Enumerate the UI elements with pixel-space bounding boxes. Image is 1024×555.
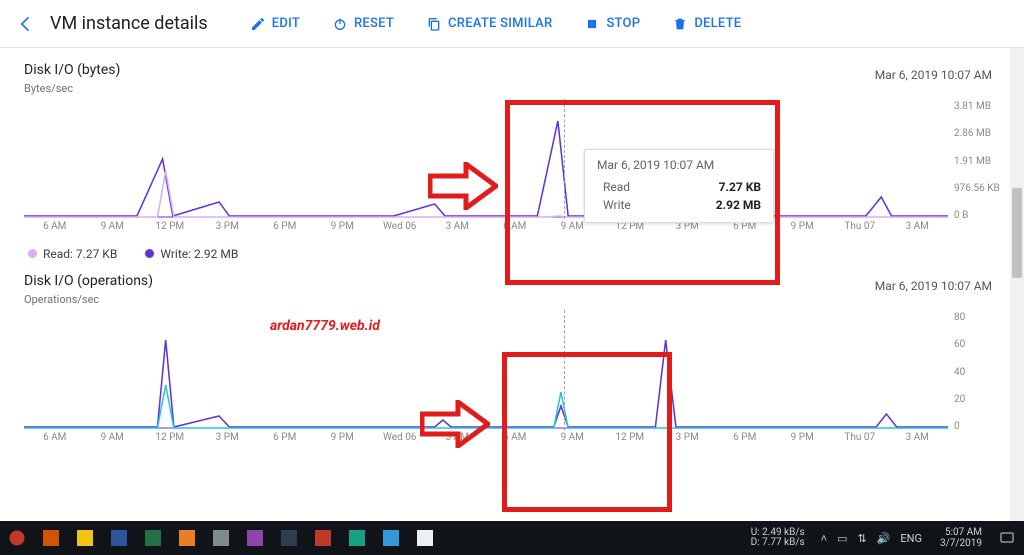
legend-write: Write: 2.92 MB — [160, 247, 238, 261]
edit-label: EDIT — [272, 16, 300, 31]
windows-taskbar[interactable]: U: 2.49 kB/s D: 7.77 kB/s ˄ ▭ ⇅ 🔊 ENG 5:… — [0, 521, 1024, 555]
taskbar-app-icon[interactable] — [238, 521, 272, 555]
copy-icon — [426, 16, 442, 32]
taskbar-app-icon[interactable] — [374, 521, 408, 555]
pencil-icon — [250, 16, 266, 32]
battery-icon[interactable]: ▭ — [837, 532, 847, 545]
stop-icon — [584, 16, 600, 32]
back-button[interactable] — [12, 10, 40, 38]
stop-label: STOP — [606, 16, 640, 31]
chart-title: Disk I/O (bytes) — [24, 62, 1010, 78]
system-tray[interactable]: ˄ ▭ ⇅ 🔊 ENG — [811, 532, 932, 545]
taskbar-app-icon[interactable] — [408, 521, 442, 555]
reset-button[interactable]: RESET — [318, 10, 408, 38]
legend-read-dot — [28, 249, 37, 258]
taskbar-app-icon[interactable] — [204, 521, 238, 555]
create-similar-button[interactable]: CREATE SIMILAR — [412, 10, 566, 38]
annotation-box — [502, 352, 672, 512]
language-indicator[interactable]: ENG — [900, 532, 922, 545]
taskbar-clock[interactable]: 5:07 AM 3/7/2019 — [932, 527, 990, 549]
annotation-arrow — [428, 162, 498, 210]
scrollbar[interactable] — [1010, 48, 1024, 521]
trash-icon — [672, 16, 688, 32]
taskbar-app-icon[interactable] — [340, 521, 374, 555]
network-speed: U: 2.49 kB/s D: 7.77 kB/s — [751, 528, 811, 548]
tooltip-time: Mar 6, 2019 10:07 AM — [597, 158, 761, 172]
power-icon — [332, 16, 348, 32]
y-axis: 3.81 MB 2.86 MB 1.91 MB 976.56 KB 0 B — [948, 99, 1010, 239]
create-similar-label: CREATE SIMILAR — [448, 16, 552, 31]
taskbar-app-icon[interactable] — [306, 521, 340, 555]
taskbar-app-icon[interactable] — [68, 521, 102, 555]
chart-subtitle: Operations/sec — [24, 293, 1010, 306]
header-bar: VM instance details EDIT RESET CREATE SI… — [0, 0, 1024, 48]
chart-timestamp: Mar 6, 2019 10:07 AM — [875, 279, 992, 293]
notifications-icon[interactable] — [990, 521, 1024, 555]
chart-subtitle: Bytes/sec — [24, 82, 1010, 95]
taskbar-app-icon[interactable] — [272, 521, 306, 555]
delete-label: DELETE — [694, 16, 741, 31]
taskbar-app-icon[interactable] — [34, 521, 68, 555]
scrollbar-thumb[interactable] — [1012, 188, 1022, 278]
taskbar-app-icon[interactable] — [136, 521, 170, 555]
start-button[interactable] — [0, 521, 34, 555]
y-axis: 80 60 40 20 0 — [948, 310, 1010, 450]
volume-icon[interactable]: 🔊 — [877, 532, 891, 545]
page-title: VM instance details — [50, 13, 208, 34]
delete-button[interactable]: DELETE — [658, 10, 755, 38]
chart-timestamp: Mar 6, 2019 10:07 AM — [875, 68, 992, 82]
taskbar-app-icon[interactable] — [102, 521, 136, 555]
wifi-icon[interactable]: ⇅ — [858, 532, 867, 545]
legend-read: Read: 7.27 KB — [43, 247, 117, 261]
edit-button[interactable]: EDIT — [236, 10, 314, 38]
legend-write-dot — [145, 249, 154, 258]
tray-chevron-icon[interactable]: ˄ — [821, 532, 827, 545]
reset-label: RESET — [354, 16, 394, 31]
chart-tooltip: Mar 6, 2019 10:07 AM Read 7.27 KB Write … — [584, 149, 774, 223]
x-axis: 6 AM9 AM12 PM3 PM6 PM9 PMWed 063 AM6 AM9… — [24, 219, 948, 232]
stop-button[interactable]: STOP — [570, 10, 654, 38]
watermark-text: ardan7779.web.id — [270, 318, 380, 334]
taskbar-app-icon[interactable] — [170, 521, 204, 555]
annotation-arrow — [420, 400, 490, 448]
